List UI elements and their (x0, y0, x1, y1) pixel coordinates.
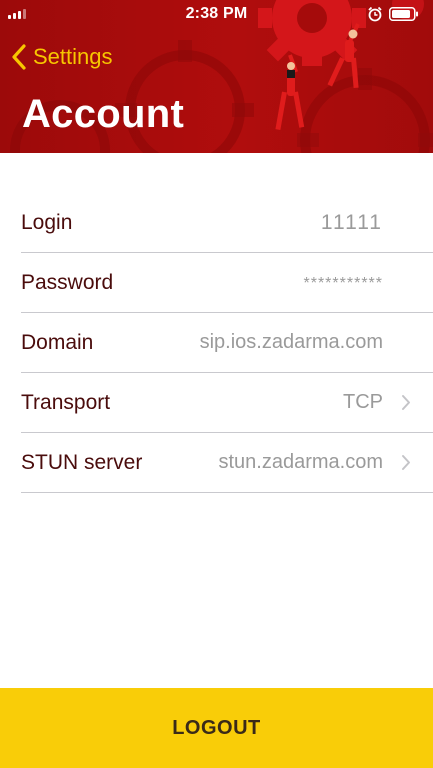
password-row[interactable]: Password *********** (21, 253, 433, 313)
back-button[interactable]: Settings (10, 42, 113, 72)
login-label: Login (21, 210, 73, 234)
password-label: Password (21, 270, 114, 294)
back-button-label: Settings (33, 44, 113, 69)
password-value[interactable]: *********** (304, 275, 384, 293)
battery-icon (389, 7, 418, 21)
account-fields-list: Login 11111 Password *********** Domain … (21, 193, 433, 493)
stun-server-label: STUN server (21, 450, 143, 474)
alarm-clock-icon (368, 6, 382, 22)
login-value[interactable]: 11111 (321, 211, 383, 235)
stun-server-value: stun.zadarma.com (218, 451, 383, 473)
status-bar: 2:38 PM (0, 0, 433, 28)
logout-button[interactable]: LOGOUT (0, 688, 433, 768)
chevron-right-icon (402, 455, 410, 470)
domain-label: Domain (21, 330, 94, 354)
logout-label: LOGOUT (172, 716, 261, 739)
stun-server-row[interactable]: STUN server stun.zadarma.com (21, 433, 433, 493)
transport-row[interactable]: Transport TCP (21, 373, 433, 433)
chevron-left-icon (12, 44, 26, 70)
page-title: Account (22, 92, 185, 136)
transport-label: Transport (21, 390, 111, 414)
domain-value[interactable]: sip.ios.zadarma.com (200, 331, 383, 354)
header-banner: 2:38 PM Settings Account (0, 0, 433, 153)
domain-row[interactable]: Domain sip.ios.zadarma.com (21, 313, 433, 373)
chevron-right-icon (402, 395, 410, 410)
transport-value: TCP (343, 391, 383, 413)
login-row[interactable]: Login 11111 (21, 193, 433, 253)
